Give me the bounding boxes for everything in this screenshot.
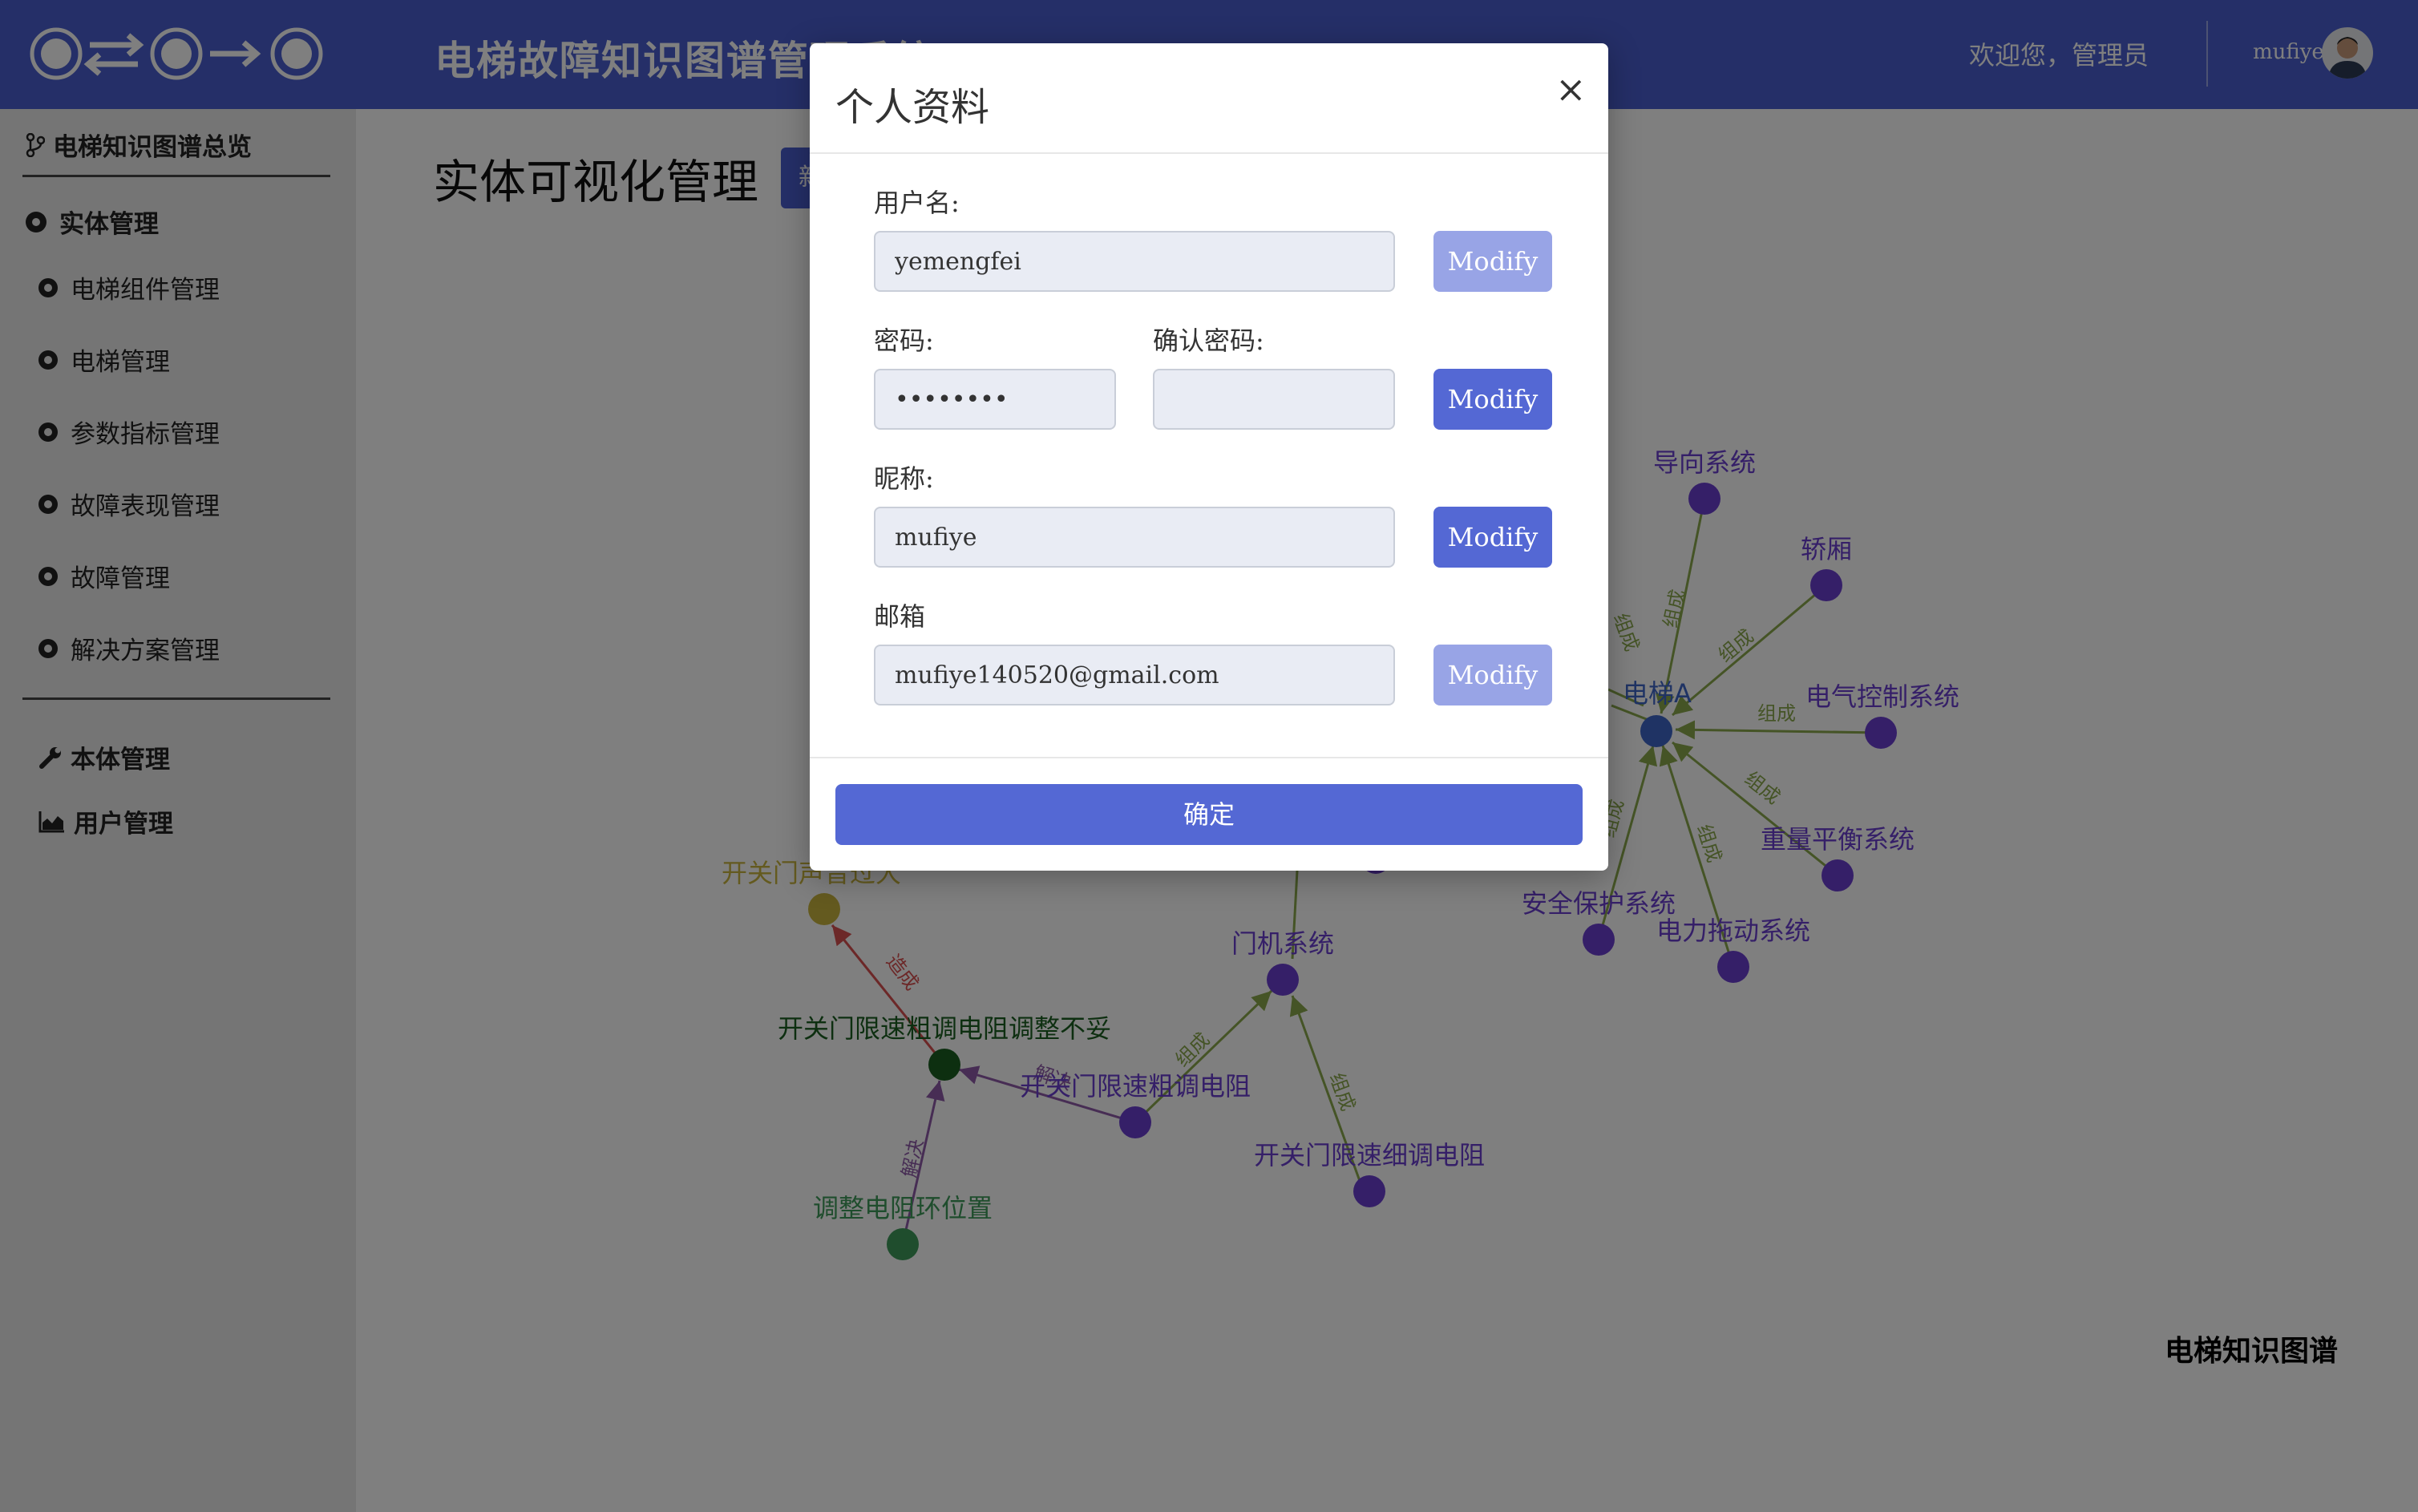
email-field[interactable] <box>874 645 1395 705</box>
modal-divider <box>810 757 1608 758</box>
modal-title: 个人资料 <box>835 85 990 130</box>
password-label: 密码: <box>874 325 934 356</box>
modal-divider <box>810 152 1608 154</box>
profile-modal: 个人资料 × 用户名: Modify 密码: 确认密码: Modify 昵称: … <box>810 43 1608 871</box>
close-icon[interactable]: × <box>1555 67 1587 111</box>
confirm-password-field[interactable] <box>1153 369 1395 430</box>
nickname-label: 昵称: <box>874 463 934 494</box>
email-label: 邮箱 <box>874 601 926 632</box>
nickname-field[interactable] <box>874 507 1395 568</box>
modify-email-button[interactable]: Modify <box>1433 645 1552 705</box>
modify-username-button[interactable]: Modify <box>1433 231 1552 292</box>
modify-password-button[interactable]: Modify <box>1433 369 1552 430</box>
confirm-password-label: 确认密码: <box>1153 325 1264 356</box>
modify-nickname-button[interactable]: Modify <box>1433 507 1552 568</box>
password-field[interactable] <box>874 369 1116 430</box>
confirm-button[interactable]: 确定 <box>835 784 1583 845</box>
username-field[interactable] <box>874 231 1395 292</box>
username-label: 用户名: <box>874 188 960 218</box>
